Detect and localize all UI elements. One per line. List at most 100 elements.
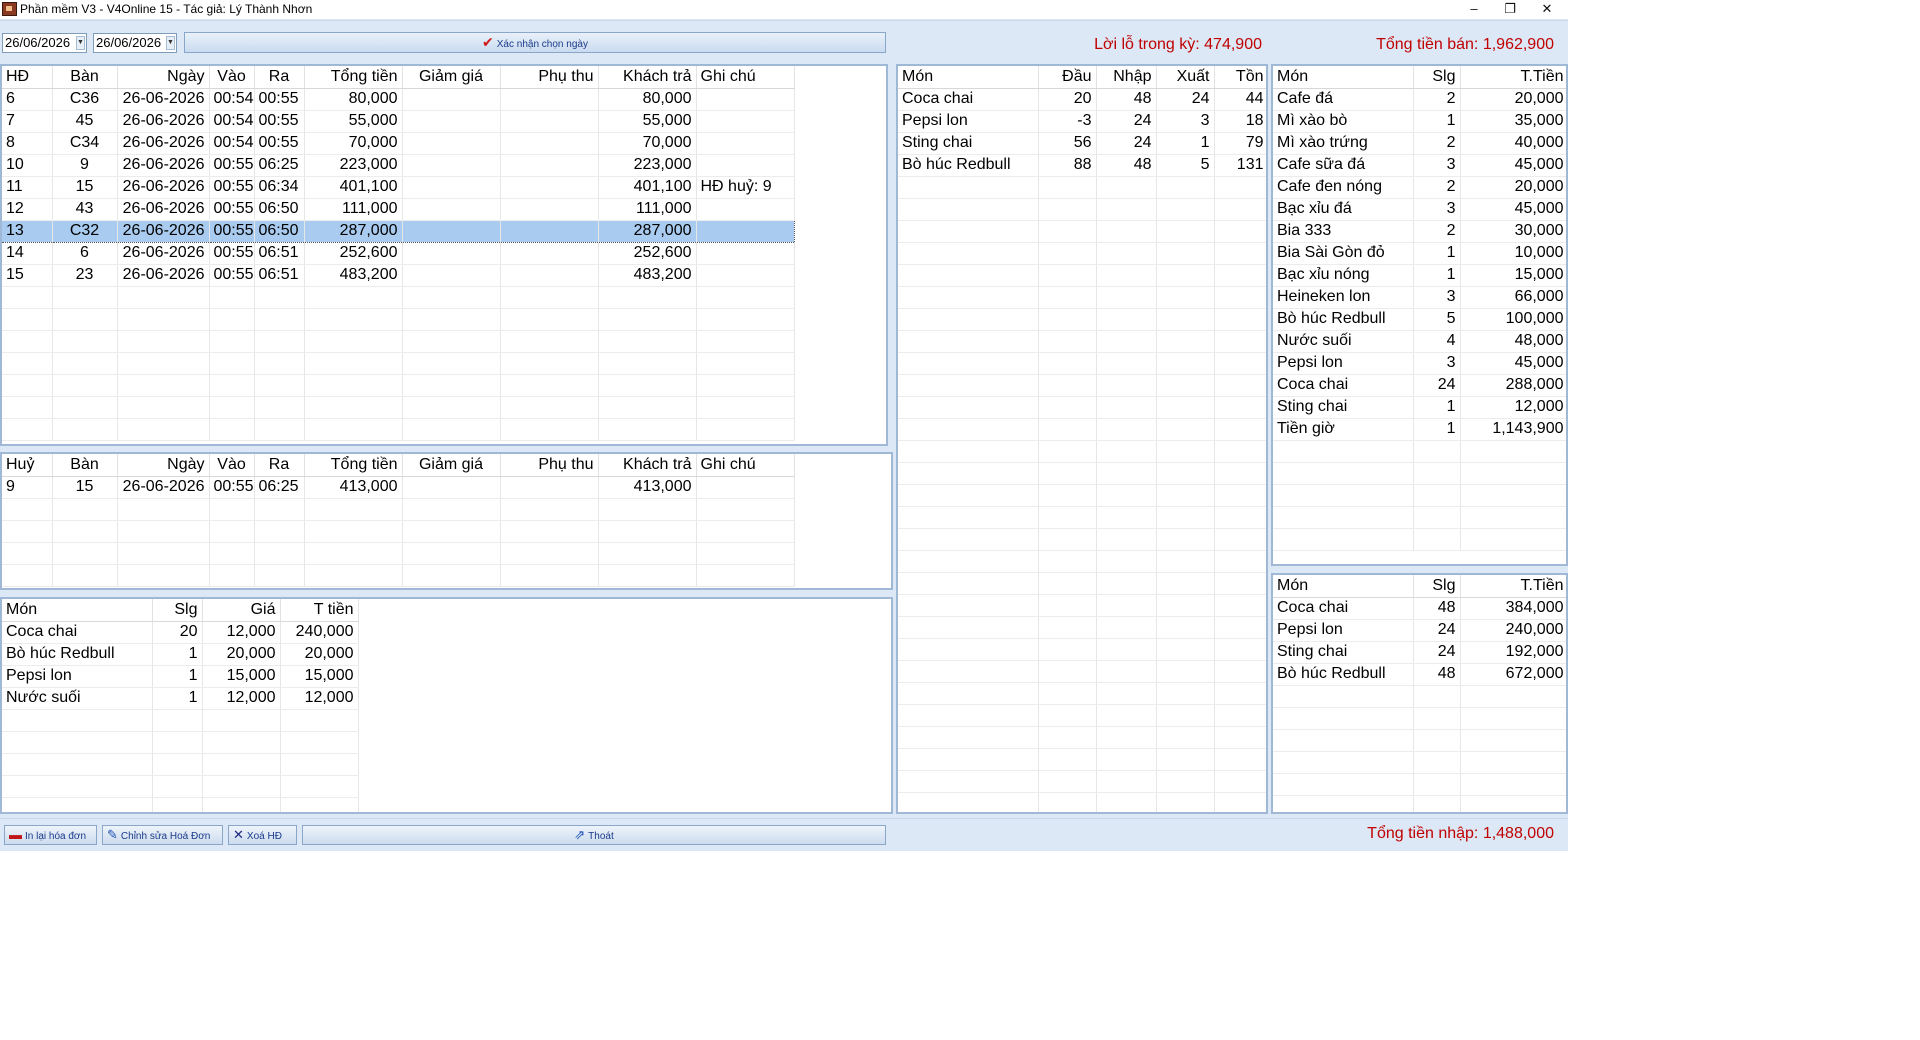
table-cell	[598, 352, 697, 375]
table-row[interactable]: Bò húc Redbull 1 20,000 20,000	[2, 643, 359, 666]
table-cell	[254, 286, 305, 309]
column-header[interactable]: Bàn	[52, 454, 118, 477]
table-row[interactable]: Coca chai 20 12,000 240,000	[2, 621, 359, 644]
table-row[interactable]: 13 C32 26-06-2026 00:55 06:50 287,000 287,000	[2, 219, 795, 243]
table-row[interactable]: Bia Sài Gòn đỏ 1 10,000	[1273, 242, 1566, 265]
table-row[interactable]: Bia 333 2 30,000	[1273, 220, 1566, 243]
table-row[interactable]: 8 C34 26-06-2026 00:54 00:55 70,000 70,000	[2, 132, 795, 155]
table-row[interactable]: 6 C36 26-06-2026 00:54 00:55 80,000 80,000	[2, 88, 795, 111]
column-header[interactable]: Món	[2, 599, 153, 622]
date-from-picker[interactable]: 26/06/2026 ▼	[2, 33, 87, 53]
table-row[interactable]: Pepsi lon 1 15,000 15,000	[2, 665, 359, 688]
table-row[interactable]: Cafe đá 2 20,000	[1273, 88, 1566, 111]
table-cell: Pepsi lon	[1273, 619, 1414, 642]
table-row[interactable]: 10 9 26-06-2026 00:55 06:25 223,000 223,000	[2, 154, 795, 177]
table-row[interactable]: Tiền giờ 1 1,143,900	[1273, 418, 1566, 441]
table-row[interactable]: Coca chai 20 48 24 44	[898, 88, 1266, 111]
column-header[interactable]: T.Tiền	[1460, 66, 1566, 89]
column-header[interactable]: Tổng tiền	[304, 66, 403, 89]
column-header[interactable]: Vào	[209, 66, 255, 89]
table-row[interactable]: Bạc xỉu đá 3 45,000	[1273, 198, 1566, 221]
reprint-invoice-button[interactable]: ▬ In lại hóa đơn	[4, 825, 97, 845]
edit-invoice-button[interactable]: ✎ Chỉnh sửa Hoá Đơn	[102, 825, 223, 845]
column-header[interactable]: T tiền	[280, 599, 359, 622]
table-cell	[254, 564, 305, 587]
column-header[interactable]: Ghi chú	[696, 454, 795, 477]
column-header[interactable]: T.Tiền	[1460, 575, 1566, 598]
minimize-button[interactable]: –	[1454, 0, 1494, 18]
column-header[interactable]: Ngày	[117, 454, 210, 477]
column-header[interactable]: Tổng tiền	[304, 454, 403, 477]
column-header[interactable]: Vào	[209, 454, 255, 477]
table-row[interactable]: Mì xào bò 1 35,000	[1273, 110, 1566, 133]
table-cell: 6	[2, 88, 53, 111]
table-row[interactable]: Bò húc Redbull 48 672,000	[1273, 663, 1566, 686]
table-row[interactable]: Sting chai 56 24 1 79	[898, 132, 1266, 155]
table-row[interactable]: Coca chai 24 288,000	[1273, 374, 1566, 397]
column-header[interactable]: Khách trả	[598, 454, 697, 477]
table-row[interactable]: 12 43 26-06-2026 00:55 06:50 111,000 111,000	[2, 198, 795, 221]
table-row[interactable]: Mì xào trứng 2 40,000	[1273, 132, 1566, 155]
column-header[interactable]: Giảm giá	[402, 454, 501, 477]
table-row[interactable]: Nước suối 4 48,000	[1273, 330, 1566, 353]
table-row[interactable]: Cafe sữa đá 3 45,000	[1273, 154, 1566, 177]
table-row[interactable]: 14 6 26-06-2026 00:55 06:51 252,600 252,600	[2, 242, 795, 265]
column-header[interactable]: Xuất	[1156, 66, 1215, 89]
table-row[interactable]: 7 45 26-06-2026 00:54 00:55 55,000 55,000	[2, 110, 795, 133]
column-header[interactable]: Huỷ	[2, 454, 53, 477]
column-header[interactable]: Ghi chú	[696, 66, 795, 89]
confirm-date-button[interactable]: ✔ Xác nhận chọn ngày	[184, 32, 886, 53]
table-cell	[1214, 264, 1266, 287]
table-cell: Tiền giờ	[1273, 418, 1414, 441]
table-row[interactable]: Bò húc Redbull 88 48 5 131	[898, 154, 1266, 177]
column-header[interactable]: Món	[898, 66, 1039, 89]
chevron-down-icon[interactable]: ▼	[76, 36, 85, 50]
table-cell: 26-06-2026	[117, 176, 210, 199]
table-row[interactable]: Pepsi lon 3 45,000	[1273, 352, 1566, 375]
column-header[interactable]: Nhập	[1096, 66, 1157, 89]
column-header[interactable]: Ngày	[117, 66, 210, 89]
table-row[interactable]: Bạc xỉu nóng 1 15,000	[1273, 264, 1566, 287]
date-to-picker[interactable]: 26/06/2026 ▼	[93, 33, 177, 53]
table-cell	[1156, 176, 1215, 199]
table-row[interactable]: Sting chai 1 12,000	[1273, 396, 1566, 419]
column-header[interactable]: Ra	[254, 454, 305, 477]
table-row[interactable]: Nước suối 1 12,000 12,000	[2, 687, 359, 710]
table-cell	[1038, 616, 1097, 639]
table-row[interactable]: 11 15 26-06-2026 00:55 06:34 401,100 401,100 HĐ…	[2, 176, 795, 199]
delete-invoice-button[interactable]: ✕ Xoá HĐ	[228, 825, 297, 845]
table-cell	[1413, 462, 1461, 485]
column-header[interactable]: Ra	[254, 66, 305, 89]
table-row[interactable]: 15 23 26-06-2026 00:55 06:51 483,200 483,200	[2, 264, 795, 287]
table-cell	[500, 132, 599, 155]
column-header[interactable]: HĐ	[2, 66, 53, 89]
column-header[interactable]: Slg	[1413, 66, 1461, 89]
table-row[interactable]: Cafe đen nóng 2 20,000	[1273, 176, 1566, 199]
exit-button[interactable]: ⇗ Thoát	[302, 825, 886, 845]
column-header[interactable]: Đầu	[1038, 66, 1097, 89]
column-header[interactable]: Giá	[202, 599, 281, 622]
column-header[interactable]: Phụ thu	[500, 66, 599, 89]
table-row[interactable]: Pepsi lon -3 24 3 18	[898, 110, 1266, 133]
column-header[interactable]: Món	[1273, 66, 1414, 89]
column-header[interactable]: Slg	[1413, 575, 1461, 598]
table-cell	[117, 352, 210, 375]
column-header[interactable]: Món	[1273, 575, 1414, 598]
table-row[interactable]: Pepsi lon 24 240,000	[1273, 619, 1566, 642]
restore-button[interactable]: ❐	[1490, 0, 1530, 18]
table-cell	[598, 498, 697, 521]
table-row[interactable]: Bò húc Redbull 5 100,000	[1273, 308, 1566, 331]
close-button[interactable]: ✕	[1527, 0, 1567, 18]
column-header[interactable]: Bàn	[52, 66, 118, 89]
column-header[interactable]: Tồn	[1214, 66, 1266, 89]
column-header[interactable]: Khách trả	[598, 66, 697, 89]
table-cell	[1096, 242, 1157, 265]
column-header[interactable]: Phụ thu	[500, 454, 599, 477]
column-header[interactable]: Slg	[152, 599, 203, 622]
table-row[interactable]: Sting chai 24 192,000	[1273, 641, 1566, 664]
table-row[interactable]: Heineken lon 3 66,000	[1273, 286, 1566, 309]
chevron-down-icon[interactable]: ▼	[166, 36, 175, 50]
table-row[interactable]: 9 15 26-06-2026 00:55 06:25 413,000 413,000	[2, 476, 795, 499]
column-header[interactable]: Giảm giá	[402, 66, 501, 89]
table-row[interactable]: Coca chai 48 384,000	[1273, 597, 1566, 620]
